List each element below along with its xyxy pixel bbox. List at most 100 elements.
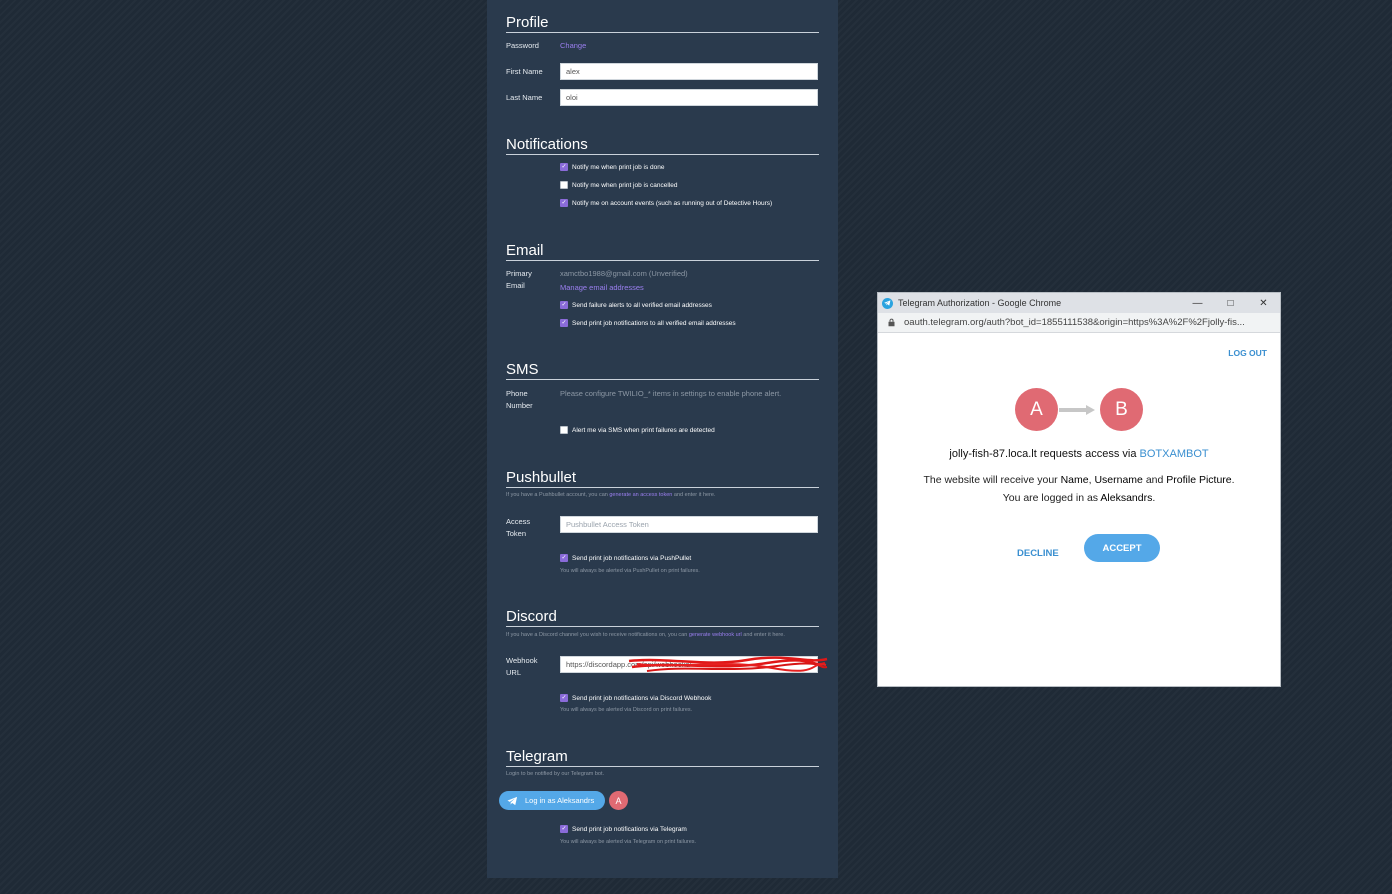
sms-alert-checkbox[interactable] — [560, 426, 568, 434]
telegram-avatar: A — [609, 791, 628, 810]
primary-email-label-2: Email — [506, 281, 525, 290]
pushbullet-heading: Pushbullet — [506, 469, 819, 488]
phone-label-1: Phone — [506, 389, 528, 398]
last-name-input[interactable] — [560, 89, 818, 106]
logged-in-period: . — [1152, 492, 1156, 504]
window-controls: — □ ✕ — [1181, 293, 1280, 313]
access-token-label-2: Token — [506, 529, 527, 538]
email-failure-checkbox[interactable]: ✓ — [560, 301, 568, 309]
bot-name-link[interactable]: BOTXAMBOT — [1140, 448, 1209, 460]
email-job-row[interactable]: ✓ Send print job notifications to all ve… — [560, 319, 736, 327]
email-failure-label: Send failure alerts to all verified emai… — [572, 301, 712, 309]
telegram-login-button[interactable]: Log in as Aleksandrs — [499, 791, 605, 810]
discord-hint: You will always be alerted via Discord o… — [560, 707, 693, 713]
pushbullet-desc-after: and enter it here. — [673, 492, 716, 498]
webhook-label-1: Webhook — [506, 656, 538, 665]
info-name: Name — [1060, 474, 1089, 486]
logout-button[interactable]: LOG OUT — [1228, 348, 1267, 358]
discord-heading: Discord — [506, 608, 819, 627]
pushbullet-desc-before: If you have a Pushbullet account, you ca… — [506, 492, 608, 498]
sms-alert-label: Alert me via SMS when print failures are… — [572, 426, 715, 434]
close-icon[interactable]: ✕ — [1247, 293, 1280, 313]
discord-description: If you have a Discord channel you wish t… — [506, 632, 785, 638]
logged-in-prefix: You are logged in as — [1002, 492, 1099, 504]
pushbullet-token-input[interactable] — [560, 516, 818, 533]
email-failure-row[interactable]: ✓ Send failure alerts to all verified em… — [560, 301, 712, 309]
telegram-auth-body: LOG OUT A B jolly-fish-87.loca.lt reques… — [878, 333, 1280, 686]
info-picture: Profile Picture — [1166, 474, 1232, 486]
password-label: Password — [506, 41, 539, 50]
notify-done-label: Notify me when print job is done — [572, 163, 665, 171]
notify-cancelled-row[interactable]: Notify me when print job is cancelled — [560, 181, 678, 189]
info-comma: , — [1088, 474, 1092, 486]
pushbullet-notify-label: Send print job notifications via PushPul… — [572, 554, 692, 562]
info-username: Username — [1094, 474, 1143, 486]
primary-email-value: xamctbo1988@gmail.com (Unverified) — [560, 269, 688, 278]
discord-notify-checkbox[interactable]: ✓ — [560, 694, 568, 702]
site-avatar-a: A — [1015, 388, 1058, 431]
telegram-login-label: Log in as Aleksandrs — [525, 796, 595, 805]
telegram-notify-row[interactable]: ✓ Send print job notifications via Teleg… — [560, 825, 687, 833]
telegram-auth-window: Telegram Authorization - Google Chrome —… — [877, 292, 1281, 687]
telegram-heading: Telegram — [506, 748, 819, 767]
access-token-label-1: Access — [506, 517, 531, 526]
telegram-plane-icon — [507, 796, 518, 805]
logged-in-user: Aleksandrs — [1100, 492, 1153, 504]
discord-desc-before: If you have a Discord channel you wish t… — [506, 632, 688, 638]
maximize-icon[interactable]: □ — [1214, 293, 1247, 313]
pushbullet-notify-row[interactable]: ✓ Send print job notifications via PushP… — [560, 554, 691, 562]
window-titlebar[interactable]: Telegram Authorization - Google Chrome —… — [878, 293, 1280, 313]
pushbullet-token-link[interactable]: generate an access token — [609, 492, 672, 498]
pushbullet-notify-checkbox[interactable]: ✓ — [560, 554, 568, 562]
notify-done-row[interactable]: ✓ Notify me when print job is done — [560, 163, 665, 171]
notify-account-row[interactable]: ✓ Notify me on account events (such as r… — [560, 199, 772, 207]
address-url: oauth.telegram.org/auth?bot_id=185511153… — [904, 317, 1245, 328]
telegram-description: Login to be notified by our Telegram bot… — [506, 771, 605, 777]
minimize-icon[interactable]: — — [1181, 293, 1214, 313]
pushbullet-hint: You will always be alerted via PushPulle… — [560, 568, 700, 574]
email-job-checkbox[interactable]: ✓ — [560, 319, 568, 327]
notify-account-label: Notify me on account events (such as run… — [572, 199, 773, 207]
primary-email-label-1: Primary — [506, 269, 532, 278]
request-site: jolly-fish-87.loca.lt requests access vi… — [949, 448, 1137, 460]
arrow-right-icon — [1059, 405, 1095, 415]
telegram-notify-checkbox[interactable]: ✓ — [560, 825, 568, 833]
pushbullet-description: If you have a Pushbullet account, you ca… — [506, 492, 715, 498]
webhook-label-2: URL — [506, 668, 522, 677]
access-request-text: jolly-fish-87.loca.lt requests access vi… — [878, 448, 1280, 460]
sms-alert-row[interactable]: Alert me via SMS when print failures are… — [560, 426, 715, 434]
lock-icon — [888, 318, 895, 327]
discord-desc-after: and enter it here. — [743, 632, 785, 638]
decline-button[interactable]: DECLINE — [1017, 548, 1059, 559]
permissions-info: The website will receive your Name, User… — [878, 471, 1280, 507]
settings-panel: Profile Password Change First Name Last … — [487, 0, 838, 878]
first-name-label: First Name — [506, 67, 543, 76]
notify-done-checkbox[interactable]: ✓ — [560, 163, 568, 171]
manage-email-link[interactable]: Manage email addresses — [560, 283, 644, 292]
notify-account-checkbox[interactable]: ✓ — [560, 199, 568, 207]
discord-webhook-link[interactable]: generate webhook url — [689, 632, 742, 638]
notify-cancelled-checkbox[interactable] — [560, 181, 568, 189]
address-bar[interactable]: oauth.telegram.org/auth?bot_id=185511153… — [878, 313, 1280, 333]
sms-configure-text: Please configure TWILIO_* items in setti… — [560, 389, 782, 398]
discord-notify-row[interactable]: ✓ Send print job notifications via Disco… — [560, 694, 711, 702]
sms-heading: SMS — [506, 361, 819, 380]
email-heading: Email — [506, 242, 819, 261]
redaction-scribble-icon — [628, 656, 828, 672]
first-name-input[interactable] — [560, 63, 818, 80]
info-and: and — [1145, 474, 1164, 486]
telegram-hint: You will always be alerted via Telegram … — [560, 839, 697, 845]
info-prefix: The website will receive your — [923, 474, 1058, 486]
bot-avatar-b: B — [1100, 388, 1143, 431]
telegram-logo-icon — [882, 297, 893, 309]
window-title: Telegram Authorization - Google Chrome — [898, 298, 1062, 308]
notifications-heading: Notifications — [506, 136, 819, 155]
info-period: . — [1231, 474, 1235, 486]
telegram-notify-label: Send print job notifications via Telegra… — [572, 825, 687, 833]
email-job-label: Send print job notifications to all veri… — [572, 319, 736, 327]
accept-button[interactable]: ACCEPT — [1084, 534, 1160, 562]
change-password-link[interactable]: Change — [560, 41, 586, 50]
discord-notify-label: Send print job notifications via Discord… — [572, 694, 712, 702]
profile-heading: Profile — [506, 14, 819, 33]
notify-cancelled-label: Notify me when print job is cancelled — [572, 181, 678, 189]
